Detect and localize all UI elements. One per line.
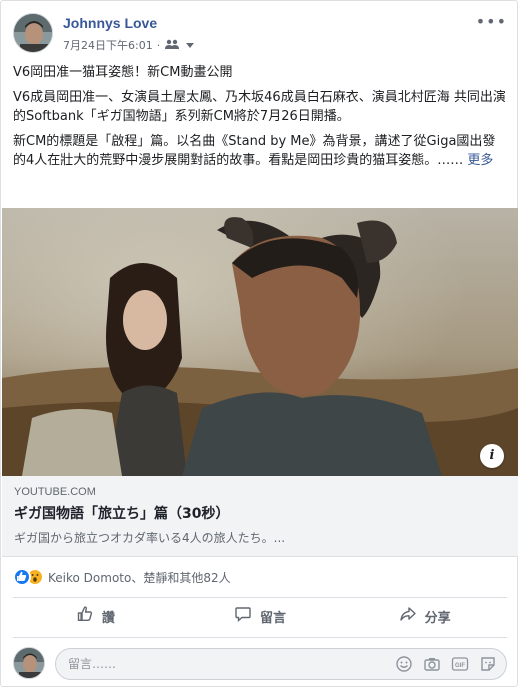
info-icon[interactable]: i bbox=[480, 444, 504, 468]
like-button[interactable]: 讚 bbox=[13, 599, 178, 633]
post-title-line: V6岡田准一猫耳姿態！新CM動畫公開 bbox=[13, 65, 233, 80]
audience-friends-icon[interactable] bbox=[164, 39, 182, 52]
share-button[interactable]: 分享 bbox=[342, 599, 507, 633]
reactions-text[interactable]: Keiko Domoto、楚靜和其他82人 bbox=[48, 569, 231, 586]
comment-button[interactable]: 留言 bbox=[178, 599, 343, 633]
post-text: V6岡田准一猫耳姿態！新CM動畫公開 V6成員岡田准一、女演員土屋太鳳、乃木坂4… bbox=[13, 63, 507, 176]
comment-label: 留言 bbox=[260, 610, 287, 626]
post-paragraph-1: V6成員岡田准一、女演員土屋太鳳、乃木坂46成員白石麻衣、演員北村匠海 共同出演… bbox=[13, 90, 506, 124]
divider bbox=[13, 597, 507, 598]
sticker-icon[interactable] bbox=[479, 655, 497, 673]
link-title[interactable]: ギガ国物語「旅立ち」篇（30秒） bbox=[14, 503, 506, 523]
see-more-link[interactable]: 更多 bbox=[467, 153, 493, 168]
separator-dot: · bbox=[156, 38, 161, 52]
share-icon bbox=[399, 605, 417, 627]
action-bar: 讚 留言 分享 bbox=[13, 599, 507, 633]
link-domain: YOUTUBE.COM bbox=[14, 486, 96, 498]
more-options-icon[interactable]: ••• bbox=[476, 14, 507, 30]
comment-composer: GIF bbox=[13, 647, 507, 681]
reactions-summary[interactable]: Keiko Domoto、楚靜和其他82人 bbox=[13, 567, 231, 587]
emoji-icon[interactable] bbox=[395, 655, 413, 673]
link-description: ギガ国から旅立つオカダ率いる4人の旅人たち。... bbox=[14, 531, 286, 545]
like-icon bbox=[76, 605, 94, 627]
post-paragraph-2: 新CM的標題是「啟程」篇。以名曲《Stand by Me》為背景，講述了從Gig… bbox=[13, 132, 507, 170]
link-preview-image[interactable]: i bbox=[2, 208, 518, 476]
share-label: 分享 bbox=[424, 610, 451, 626]
page-avatar[interactable] bbox=[13, 13, 53, 53]
audience-dropdown-icon[interactable] bbox=[186, 39, 195, 52]
link-preview[interactable]: YOUTUBE.COM ギガ国物語「旅立ち」篇（30秒） ギガ国から旅立つオカダ… bbox=[2, 476, 518, 557]
post-header: Johnnys Love 7月24日下午6:01 · ••• bbox=[13, 13, 507, 57]
like-label: 讚 bbox=[101, 610, 115, 626]
post-card: Johnnys Love 7月24日下午6:01 · ••• V6岡田准一猫耳姿… bbox=[0, 0, 518, 687]
like-reaction-icon bbox=[13, 568, 31, 586]
gif-icon[interactable]: GIF bbox=[451, 655, 469, 673]
post-timestamp[interactable]: 7月24日下午6:01 bbox=[63, 37, 153, 53]
comment-tools: GIF bbox=[395, 655, 497, 673]
svg-text:GIF: GIF bbox=[455, 663, 465, 669]
page-name-link[interactable]: Johnnys Love bbox=[63, 15, 157, 31]
post-paragraph-2-text: 新CM的標題是「啟程」篇。以名曲《Stand by Me》為背景，講述了從Gig… bbox=[13, 134, 496, 168]
camera-icon[interactable] bbox=[423, 655, 441, 673]
divider bbox=[13, 637, 507, 638]
user-avatar[interactable] bbox=[13, 647, 45, 679]
post-meta: 7月24日下午6:01 · bbox=[63, 37, 195, 53]
comment-icon bbox=[234, 605, 252, 627]
